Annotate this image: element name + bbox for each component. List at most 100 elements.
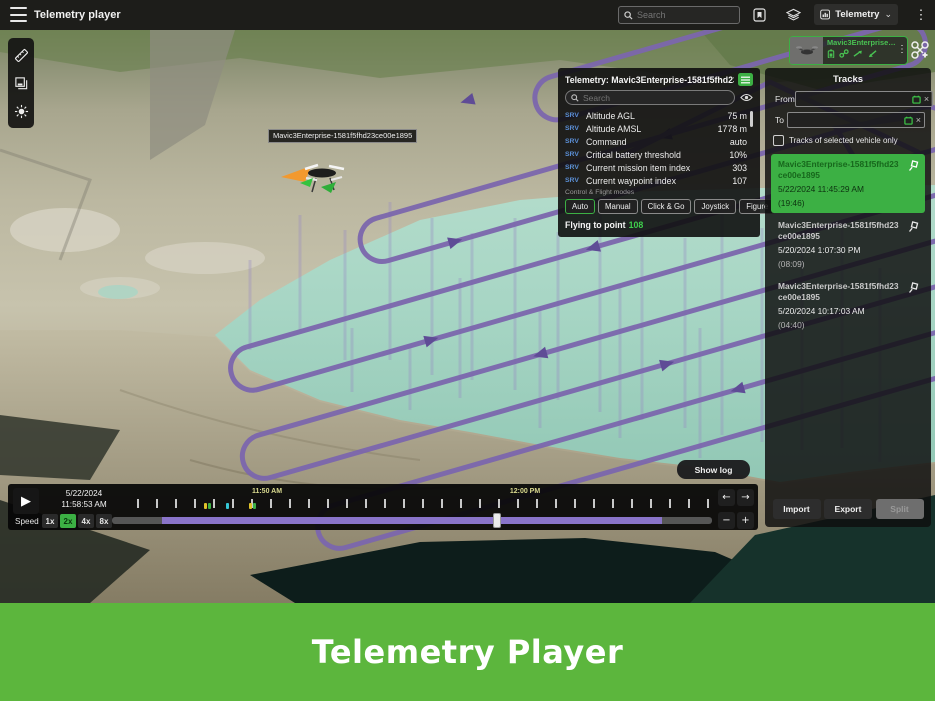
battery-icon	[827, 49, 835, 58]
zoom-out-timeline-button[interactable]: −	[718, 512, 735, 529]
zoom-in-timeline-button[interactable]: +	[737, 512, 754, 529]
telemetry-search-input[interactable]	[583, 93, 729, 103]
playback-progress-bar[interactable]	[112, 517, 712, 524]
to-date-input[interactable]	[791, 116, 901, 125]
pin-track-icon[interactable]	[908, 221, 920, 233]
pin-track-icon[interactable]	[908, 160, 920, 172]
telemetry-panel: Telemetry: Mavic3Enterprise-1581f5fhd23c…	[558, 68, 760, 237]
playback-bar: ▶ 5/22/2024 11:58:53 AM 11:50 AM 12:00 P…	[8, 484, 758, 530]
to-date-field[interactable]: ×	[787, 112, 925, 128]
takeoff-icon[interactable]	[853, 49, 863, 58]
timeline-label: 11:50 AM	[252, 488, 282, 495]
overflow-menu-icon[interactable]: ⋮	[912, 5, 930, 25]
scrollbar-thumb[interactable]	[750, 111, 753, 127]
show-log-button[interactable]: Show log	[677, 460, 750, 479]
flight-mode-buttons: Auto Manual Click & Go Joystick Figure	[565, 199, 753, 214]
calendar-icon[interactable]	[912, 95, 921, 104]
vehicle-filter-label: Tracks of selected vehicle only	[789, 136, 898, 145]
flying-to-point-value: 108	[629, 220, 644, 230]
bottom-banner: Telemetry Player	[0, 603, 935, 701]
calendar-icon[interactable]	[904, 116, 913, 125]
track-item[interactable]: Mavic3Enterprise-1581f5fhd23ce00e1895 5/…	[771, 276, 925, 335]
telemetry-row: SRVCurrent mission item index303	[565, 161, 753, 174]
step-back-button[interactable]: ←	[718, 489, 735, 506]
export-button[interactable]: Export	[824, 499, 872, 519]
mode-auto-button[interactable]: Auto	[565, 199, 595, 214]
vehicle-card[interactable]: Mavic3Enterprise… ⋮	[789, 36, 908, 65]
split-button[interactable]: Split	[876, 499, 924, 519]
page-title: Telemetry player	[34, 9, 121, 21]
layers-icon[interactable]	[783, 5, 803, 25]
sun-light-icon[interactable]	[8, 97, 34, 125]
basemap-icon[interactable]	[8, 69, 34, 97]
telemetry-panel-title: Telemetry: Mavic3Enterprise-1581f5fhd23c…	[565, 75, 734, 85]
timeline[interactable]: 11:50 AM 12:00 PM	[120, 486, 712, 510]
timeline-event-marker	[253, 503, 256, 509]
search-input[interactable]	[637, 10, 734, 20]
telemetry-search[interactable]	[565, 90, 735, 105]
speed-4x-button[interactable]: 4x	[78, 514, 94, 528]
view-selector-dropdown[interactable]: Telemetry ⌄	[814, 4, 898, 25]
vehicle-filter-checkbox[interactable]	[773, 135, 784, 146]
speed-1x-button[interactable]: 1x	[42, 514, 58, 528]
chevron-down-icon: ⌄	[884, 10, 892, 19]
timeline-event-marker	[208, 503, 211, 509]
playhead-handle[interactable]	[493, 513, 501, 528]
vehicle-thumbnail	[790, 37, 823, 64]
telemetry-row: SRVAltitude AMSL1778 m	[565, 122, 753, 135]
mode-click-and-go-button[interactable]: Click & Go	[641, 199, 692, 214]
drone-map-label: Mavic3Enterprise-1581f5fhd23ce00e1895	[268, 129, 417, 143]
playback-time: 11:58:53 AM	[46, 499, 122, 510]
telemetry-list-icon[interactable]	[738, 73, 753, 86]
control-flight-modes-label: Control & Flight modes	[565, 189, 753, 196]
mode-joystick-button[interactable]: Joystick	[694, 199, 736, 214]
mode-manual-button[interactable]: Manual	[598, 199, 638, 214]
playback-date: 5/22/2024	[46, 488, 122, 499]
add-vehicle-button[interactable]	[909, 38, 931, 62]
telemetry-row: SRVAltitude AGL75 m	[565, 109, 753, 122]
telemetry-rows[interactable]: SRVAltitude AGL75 m SRVAltitude AMSL1778…	[565, 109, 753, 186]
vehicle-name: Mavic3Enterprise…	[827, 38, 895, 47]
from-date-field[interactable]: ×	[795, 91, 933, 107]
banner-title: Telemetry Player	[312, 633, 623, 671]
telemetry-row: SRVCurrent waypoint index107	[565, 174, 753, 186]
pin-track-icon[interactable]	[908, 282, 920, 294]
play-button[interactable]: ▶	[13, 488, 39, 514]
telemetry-player-app: Telemetry player Telemetry ⌄ ⋮	[0, 0, 935, 701]
track-item[interactable]: Mavic3Enterprise-1581f5fhd23ce00e1895 5/…	[771, 215, 925, 274]
to-label: To	[771, 115, 787, 125]
timeline-label: 12:00 PM	[510, 488, 540, 495]
top-bar: Telemetry player Telemetry ⌄ ⋮	[0, 0, 935, 30]
tracks-panel: Tracks From × To × Tracks of s	[765, 68, 931, 527]
search-icon	[624, 11, 633, 20]
step-forward-button[interactable]: →	[737, 489, 754, 506]
flight-status: Flying to point108	[565, 220, 753, 230]
tracks-panel-title: Tracks	[771, 74, 925, 85]
clear-icon[interactable]: ×	[924, 95, 929, 104]
telemetry-chart-icon	[820, 9, 830, 20]
vehicle-menu-icon[interactable]: ⋮	[897, 37, 907, 64]
telemetry-row: SRVCritical battery threshold10%	[565, 148, 753, 161]
land-icon[interactable]	[867, 49, 877, 58]
menu-icon[interactable]	[10, 7, 27, 22]
speed-label: Speed	[15, 517, 39, 526]
map-3d-view[interactable]: Mavic3Enterprise-1581f5fhd23ce00e1895 Sh…	[0, 30, 935, 603]
search-icon	[571, 94, 579, 102]
telemetry-row: SRVCommandauto	[565, 135, 753, 148]
import-button[interactable]: Import	[773, 499, 821, 519]
from-date-input[interactable]	[799, 95, 909, 104]
measure-ruler-icon[interactable]	[8, 41, 34, 69]
speed-8x-button[interactable]: 8x	[96, 514, 112, 528]
timeline-event-marker	[249, 503, 252, 509]
from-label: From	[771, 94, 795, 104]
bookmark-map-icon[interactable]	[749, 5, 769, 25]
clear-icon[interactable]: ×	[916, 116, 921, 125]
timeline-event-marker	[204, 503, 207, 509]
track-item-selected[interactable]: Mavic3Enterprise-1581f5fhd23ce00e1895 5/…	[771, 154, 925, 213]
view-selector-value: Telemetry	[835, 9, 879, 20]
eye-icon[interactable]	[740, 93, 753, 102]
speed-2x-button[interactable]: 2x	[60, 514, 76, 528]
track-time-range	[162, 517, 662, 524]
global-search[interactable]	[618, 6, 740, 24]
map-toolbar	[8, 38, 34, 128]
